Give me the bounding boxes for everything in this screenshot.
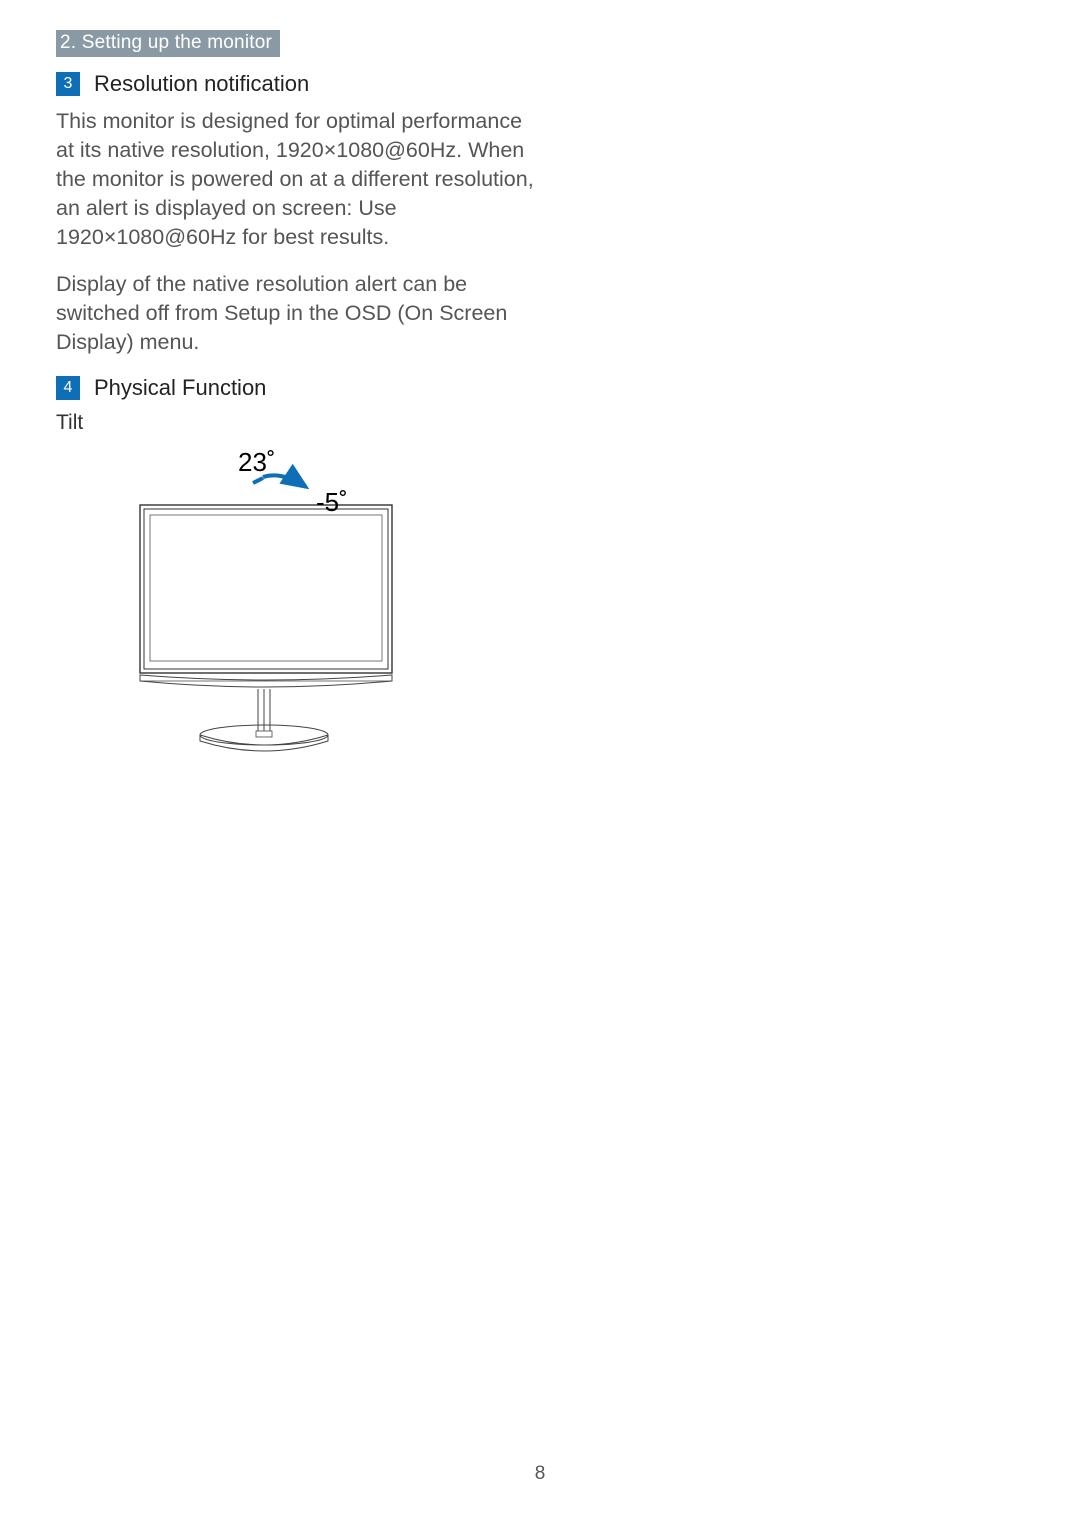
tilt-figure: 23˚ -5˚ [132,447,1024,763]
chapter-tag: 2. Setting up the monitor [56,30,280,57]
section-4-title: Physical Function [94,375,266,401]
section-3-paragraph-2: Display of the native resolution alert c… [56,270,536,357]
monitor-line-drawing-icon [132,503,402,763]
tilt-label: Tilt [56,411,1024,435]
section-3-title: Resolution notification [94,71,309,97]
tilt-arrow-icon [132,447,402,511]
section-4-number-box: 4 [56,376,80,400]
tilt-angle-annotations: 23˚ -5˚ [132,447,402,503]
section-3-paragraph-1: This monitor is designed for optimal per… [56,107,536,252]
section-3-heading: 3 Resolution notification [56,71,1024,97]
page-number: 8 [0,1463,1080,1485]
section-4-heading: 4 Physical Function [56,375,1024,401]
section-3-number-box: 3 [56,72,80,96]
